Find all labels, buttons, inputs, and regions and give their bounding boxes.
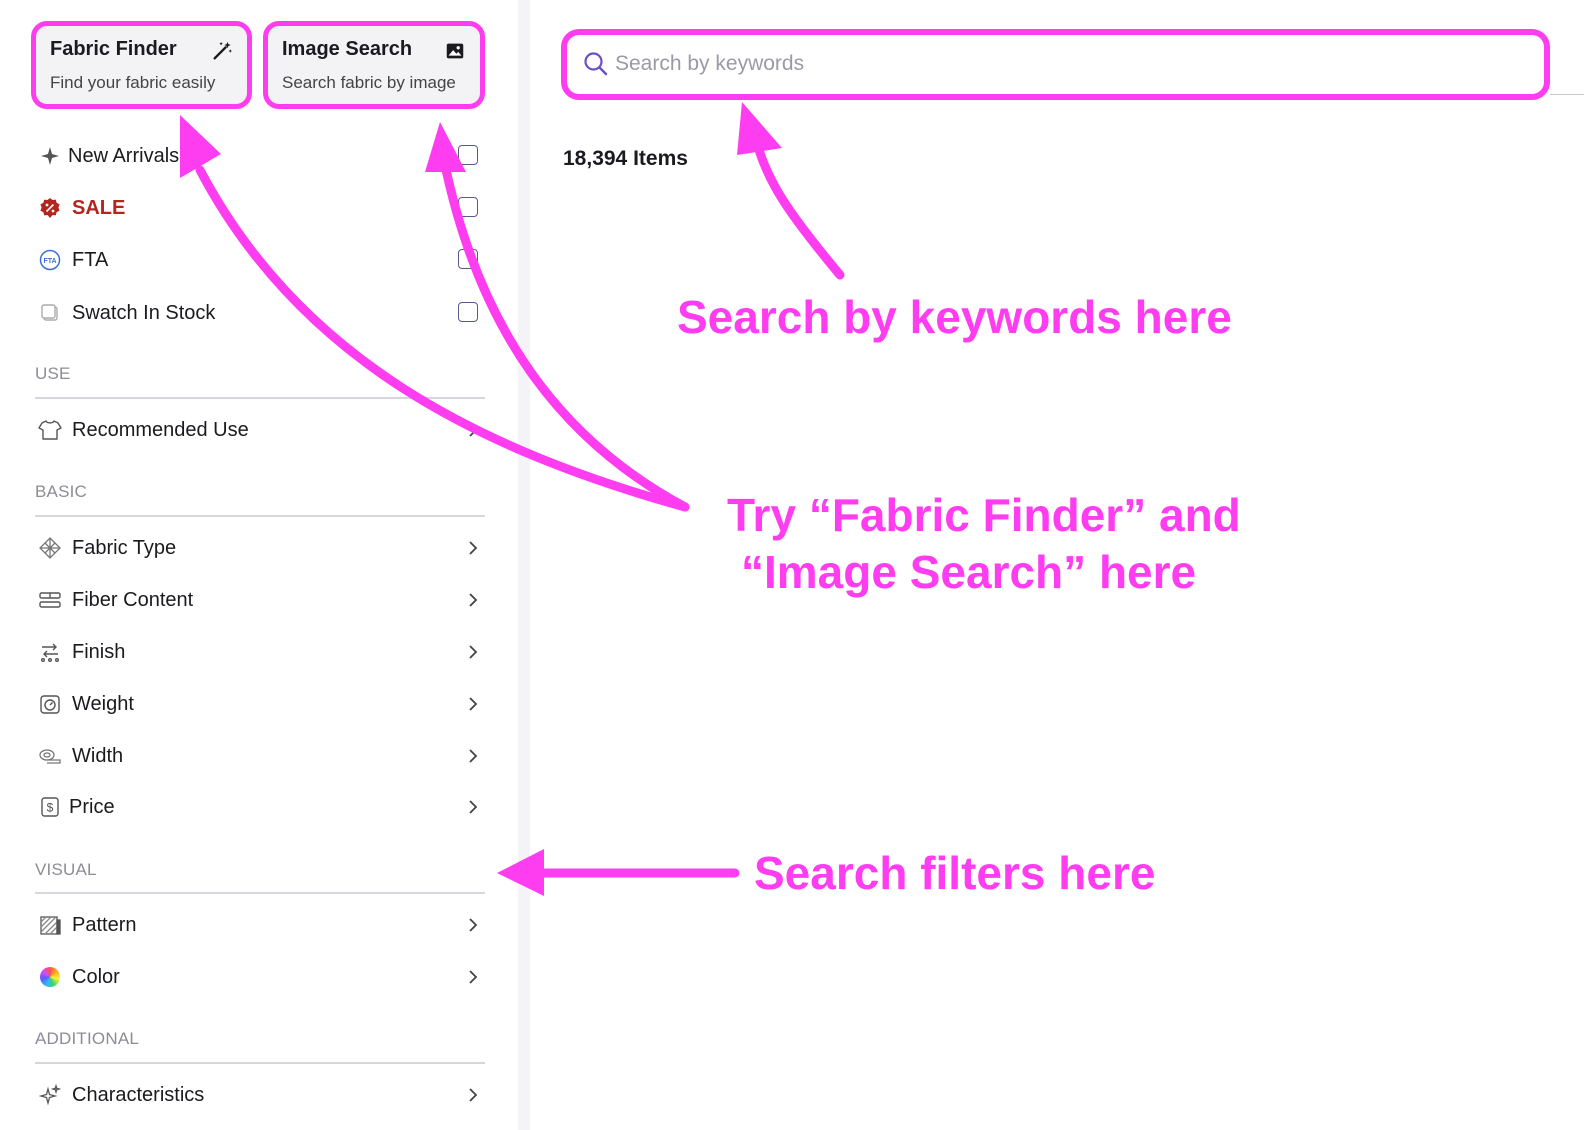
chevron-right-icon <box>469 645 478 659</box>
image-search-title: Image Search <box>282 38 413 60</box>
filter-recommended-use[interactable]: Recommended Use <box>38 412 484 448</box>
annotation-try-line-1: Try “Fabric Finder” and <box>727 489 1241 541</box>
keyword-search-box[interactable] <box>561 29 1550 100</box>
filter-label: Recommended Use <box>72 418 249 441</box>
chevron-right-icon <box>469 1088 478 1102</box>
section-title-additional: ADDITIONAL <box>35 1029 140 1048</box>
section-divider <box>35 515 485 517</box>
arrowhead-search <box>737 102 782 155</box>
section-divider <box>35 892 485 894</box>
search-underline <box>1550 94 1584 95</box>
filter-label: Fiber Content <box>72 588 194 611</box>
finish-icon <box>38 640 62 664</box>
filter-label: Price <box>69 795 115 818</box>
toggle-fta[interactable]: FTA FTA <box>38 242 484 278</box>
annotation-filters: Search filters here <box>754 847 1156 899</box>
weave-icon <box>38 536 62 560</box>
sidebar-scrollbar-track[interactable] <box>518 0 530 1130</box>
section-title-basic: BASIC <box>35 482 88 501</box>
chevron-right-icon <box>469 593 478 607</box>
image-search-card[interactable]: Image Search Search fabric by image <box>263 21 485 109</box>
toggle-sale[interactable]: SALE <box>38 190 484 226</box>
dollar-icon: $ <box>38 795 62 819</box>
weight-icon <box>38 692 62 716</box>
filter-label: Characteristics <box>72 1083 205 1106</box>
toggle-swatch-in-stock[interactable]: Swatch In Stock <box>38 295 484 331</box>
filter-label: Finish <box>72 640 126 663</box>
tape-measure-icon <box>38 744 62 768</box>
sparkles-icon <box>38 1083 62 1107</box>
chevron-right-icon <box>469 541 478 555</box>
section-divider <box>35 397 485 399</box>
fiber-icon <box>38 588 62 612</box>
filter-pattern[interactable]: Pattern <box>38 907 484 943</box>
arrow-to-search <box>750 130 845 280</box>
chevron-right-icon <box>469 697 478 711</box>
toggle-label: New Arrivals <box>68 144 180 167</box>
color-wheel-icon <box>38 965 62 989</box>
filter-fabric-type[interactable]: Fabric Type <box>38 530 484 566</box>
filter-label: Fabric Type <box>72 536 177 559</box>
image-search-subtitle: Search fabric by image <box>282 73 456 92</box>
svg-text:$: $ <box>47 801 54 815</box>
toggle-new-arrivals[interactable]: New Arrivals <box>38 138 484 174</box>
filter-label: Color <box>72 965 120 988</box>
section-divider <box>35 1062 485 1064</box>
image-icon <box>446 43 464 59</box>
svg-text:FTA: FTA <box>43 258 56 265</box>
toggle-label: FTA <box>72 248 109 271</box>
chevron-right-icon <box>469 749 478 763</box>
swatch-icon <box>38 301 62 325</box>
filter-label: Pattern <box>72 913 137 936</box>
new-arrivals-checkbox[interactable] <box>458 145 478 165</box>
search-icon <box>584 52 608 76</box>
filter-fiber-content[interactable]: Fiber Content <box>38 582 484 618</box>
swatch-in-stock-checkbox[interactable] <box>458 302 478 322</box>
fta-checkbox[interactable] <box>458 249 478 269</box>
fabric-finder-subtitle: Find your fabric easily <box>50 73 216 92</box>
filter-price[interactable]: $ Price <box>38 789 484 825</box>
result-count: 18,394 Items <box>563 147 688 170</box>
filter-weight[interactable]: Weight <box>38 686 484 722</box>
toggle-label: Swatch In Stock <box>72 301 216 324</box>
chevron-right-icon <box>469 970 478 984</box>
search-input[interactable] <box>615 47 1515 81</box>
pattern-icon <box>38 913 62 937</box>
annotation-try-line-2: “Image Search” here <box>741 546 1197 598</box>
filter-sidebar: Fabric Finder Find your fabric easily Im… <box>0 0 518 1130</box>
fta-icon: FTA <box>38 248 62 272</box>
sale-badge-icon <box>38 196 62 220</box>
fabric-finder-card[interactable]: Fabric Finder Find your fabric easily <box>31 21 252 109</box>
chevron-right-icon <box>469 918 478 932</box>
filter-label: Width <box>72 744 124 767</box>
chevron-right-icon <box>469 800 478 814</box>
filter-finish[interactable]: Finish <box>38 634 484 670</box>
sale-checkbox[interactable] <box>458 197 478 217</box>
fabric-finder-title: Fabric Finder <box>50 38 177 60</box>
magic-wand-icon <box>213 41 233 60</box>
filter-label: Weight <box>72 692 134 715</box>
shirt-icon <box>38 418 62 442</box>
sparkle-icon <box>38 144 62 168</box>
section-title-visual: VISUAL <box>35 860 97 879</box>
filter-color[interactable]: Color <box>38 959 484 995</box>
section-title-use: USE <box>35 364 71 383</box>
annotation-keywords: Search by keywords here <box>677 291 1232 343</box>
filter-width[interactable]: Width <box>38 738 484 774</box>
filter-characteristics[interactable]: Characteristics <box>38 1077 484 1113</box>
toggle-label: SALE <box>72 196 126 219</box>
chevron-right-icon <box>469 423 478 437</box>
